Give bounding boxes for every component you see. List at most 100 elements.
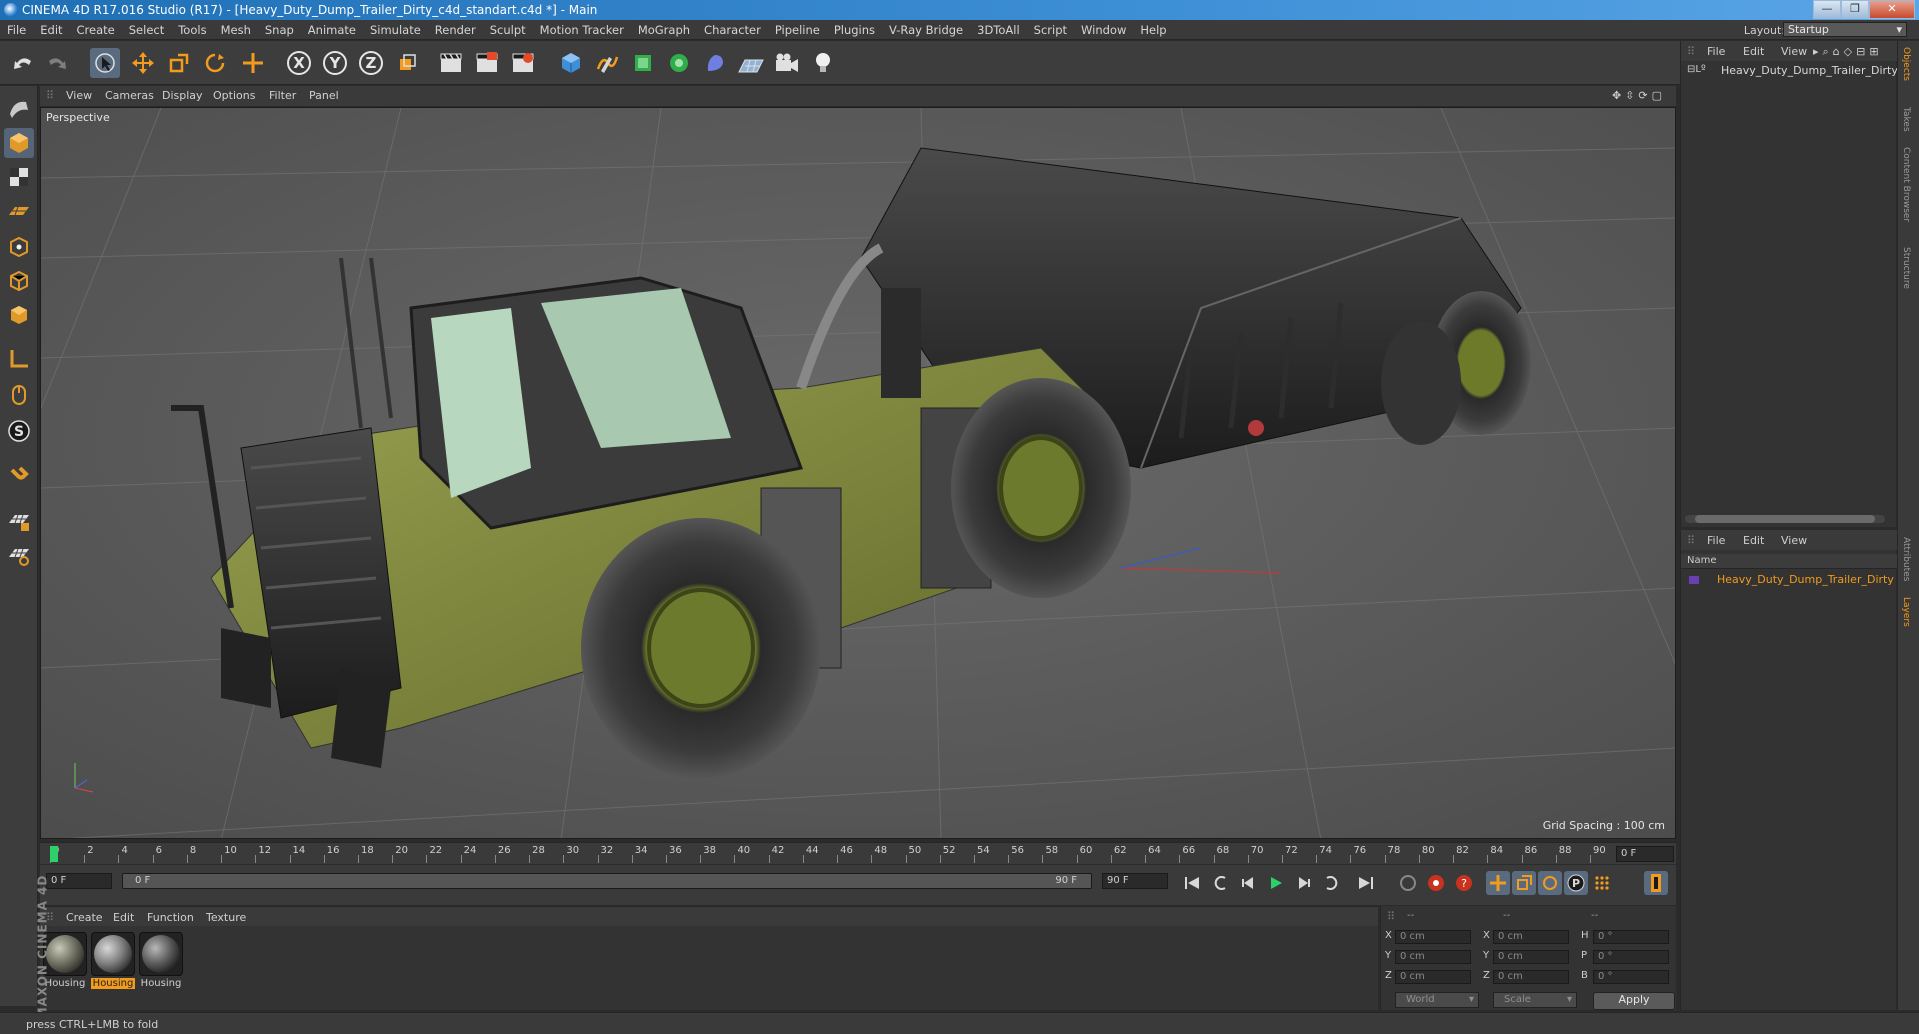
pos-z-input[interactable]: 0 cm xyxy=(1395,970,1471,984)
magnet-button[interactable] xyxy=(4,462,34,492)
layer-row[interactable]: Heavy_Duty_Dump_Trailer_Dirty xyxy=(1685,572,1894,588)
tab-content-browser[interactable]: Content Browser xyxy=(1901,147,1911,222)
object-row[interactable]: ⊟Lº Heavy_Duty_Dump_Trailer_Dirty xyxy=(1685,63,1898,79)
object-menu-file[interactable]: File xyxy=(1707,45,1725,58)
menu-motion-tracker[interactable]: Motion Tracker xyxy=(533,20,631,40)
add-spline-button[interactable] xyxy=(592,48,622,78)
make-editable-button[interactable] xyxy=(4,94,34,124)
layout-select[interactable]: Startup ▾ xyxy=(1783,22,1907,37)
workplane-mode-button[interactable] xyxy=(4,196,34,226)
material-swatch-selected[interactable]: Housing xyxy=(91,932,135,989)
viewport-menu-view[interactable]: View xyxy=(66,89,92,102)
rot-p-input[interactable]: 0 ° xyxy=(1593,950,1669,964)
object-toolbar-icons[interactable]: ▸⌕⌂◇⊟⊞ xyxy=(1813,45,1883,59)
pos-y-input[interactable]: 0 cm xyxy=(1395,950,1471,964)
material-menu-function[interactable]: Function xyxy=(147,911,194,924)
tab-structure[interactable]: Structure xyxy=(1901,247,1911,289)
menu-select[interactable]: Select xyxy=(122,20,171,40)
next-key-button[interactable] xyxy=(1320,871,1344,895)
timeline-ruler[interactable]: 0246810121416182022242628303234363840424… xyxy=(40,842,1676,864)
keyframe-selection-button[interactable]: ? xyxy=(1452,871,1476,895)
menu-help[interactable]: Help xyxy=(1133,20,1173,40)
add-camera-button[interactable] xyxy=(772,48,802,78)
menu-pipeline[interactable]: Pipeline xyxy=(768,20,827,40)
maximize-button[interactable]: ❐ xyxy=(1841,0,1869,19)
tweak-mode-button[interactable] xyxy=(4,380,34,410)
material-menu-texture[interactable]: Texture xyxy=(206,911,246,924)
frame-range-slider[interactable]: 0 F 90 F xyxy=(122,873,1092,889)
next-frame-button[interactable] xyxy=(1292,871,1316,895)
play-button[interactable] xyxy=(1264,871,1288,895)
key-position-button[interactable] xyxy=(1486,871,1510,895)
size-mode-select[interactable]: Scale ▾ xyxy=(1493,992,1577,1008)
render-to-picture-viewer-button[interactable] xyxy=(472,48,502,78)
menu-edit[interactable]: Edit xyxy=(33,20,69,40)
size-y-input[interactable]: 0 cm xyxy=(1493,950,1569,964)
key-parameter-button[interactable]: P xyxy=(1564,871,1588,895)
menu-character[interactable]: Character xyxy=(697,20,768,40)
previous-frame-button[interactable] xyxy=(1236,871,1260,895)
add-light-button[interactable] xyxy=(808,48,838,78)
render-view-button[interactable] xyxy=(436,48,466,78)
tab-objects[interactable]: Objects xyxy=(1901,47,1911,81)
redo-button[interactable] xyxy=(42,48,72,78)
menu-window[interactable]: Window xyxy=(1074,20,1133,40)
add-cube-button[interactable] xyxy=(556,48,586,78)
add-floor-button[interactable] xyxy=(736,48,766,78)
object-scrollbar[interactable] xyxy=(1685,515,1885,523)
key-rotation-button[interactable] xyxy=(1538,871,1562,895)
menu-script[interactable]: Script xyxy=(1027,20,1074,40)
layer-menu-file[interactable]: File xyxy=(1707,534,1725,547)
material-swatch[interactable]: Housing xyxy=(43,932,87,989)
menu-mesh[interactable]: Mesh xyxy=(214,20,258,40)
render-settings-button[interactable] xyxy=(508,48,538,78)
edges-mode-button[interactable] xyxy=(4,266,34,296)
transform-tool-button[interactable] xyxy=(238,48,268,78)
coordinate-system-button[interactable] xyxy=(392,48,422,78)
material-menu-create[interactable]: Create xyxy=(66,911,103,924)
record-keys-button[interactable] xyxy=(1396,871,1420,895)
live-selection-button[interactable] xyxy=(90,48,120,78)
size-x-input[interactable]: 0 cm xyxy=(1493,930,1569,944)
material-menu-edit[interactable]: Edit xyxy=(113,911,134,924)
workplane-snap-button[interactable] xyxy=(4,540,34,570)
menu-animate[interactable]: Animate xyxy=(301,20,363,40)
viewport-menu-filter[interactable]: Filter xyxy=(269,89,296,102)
menu-file[interactable]: File xyxy=(0,20,33,40)
workplane-lock-button[interactable] xyxy=(4,506,34,536)
tab-layers[interactable]: Layers xyxy=(1901,597,1911,627)
start-frame-field[interactable]: 0 F xyxy=(46,873,112,889)
polygons-mode-button[interactable] xyxy=(4,300,34,330)
add-subdivision-button[interactable] xyxy=(628,48,658,78)
menu-create[interactable]: Create xyxy=(70,20,122,40)
rot-h-input[interactable]: 0 ° xyxy=(1593,930,1669,944)
z-axis-button[interactable]: Z xyxy=(356,48,386,78)
perspective-viewport[interactable]: Perspective Grid Spacing : 100 cm xyxy=(40,107,1676,839)
playhead[interactable] xyxy=(50,846,58,862)
viewport-menu-cameras[interactable]: Cameras xyxy=(105,89,154,102)
axis-mode-button[interactable] xyxy=(4,344,34,374)
undo-button[interactable] xyxy=(8,48,38,78)
tab-takes[interactable]: Takes xyxy=(1901,107,1911,132)
end-frame-field[interactable]: 90 F xyxy=(1102,873,1168,889)
viewport-nav-icons[interactable]: ✥⇳⟳▢ xyxy=(1612,89,1666,102)
pos-x-input[interactable]: 0 cm xyxy=(1395,930,1471,944)
y-axis-button[interactable]: Y xyxy=(320,48,350,78)
key-pla-button[interactable] xyxy=(1590,871,1614,895)
texture-mode-button[interactable] xyxy=(4,162,34,192)
go-to-end-button[interactable] xyxy=(1354,871,1378,895)
add-deformer-button[interactable] xyxy=(700,48,730,78)
menu-render[interactable]: Render xyxy=(428,20,483,40)
viewport-menu-panel[interactable]: Panel xyxy=(309,89,339,102)
move-tool-button[interactable] xyxy=(128,48,158,78)
points-mode-button[interactable] xyxy=(4,232,34,262)
menu-mograph[interactable]: MoGraph xyxy=(631,20,697,40)
scale-tool-button[interactable] xyxy=(164,48,194,78)
menu-snap[interactable]: Snap xyxy=(258,20,301,40)
apply-button[interactable]: Apply xyxy=(1593,992,1675,1010)
timeline-window-button[interactable] xyxy=(1644,871,1668,895)
current-frame-field[interactable]: 0 F xyxy=(1616,846,1674,862)
close-button[interactable]: ✕ xyxy=(1869,0,1915,19)
size-z-input[interactable]: 0 cm xyxy=(1493,970,1569,984)
minimize-button[interactable]: — xyxy=(1813,0,1841,19)
